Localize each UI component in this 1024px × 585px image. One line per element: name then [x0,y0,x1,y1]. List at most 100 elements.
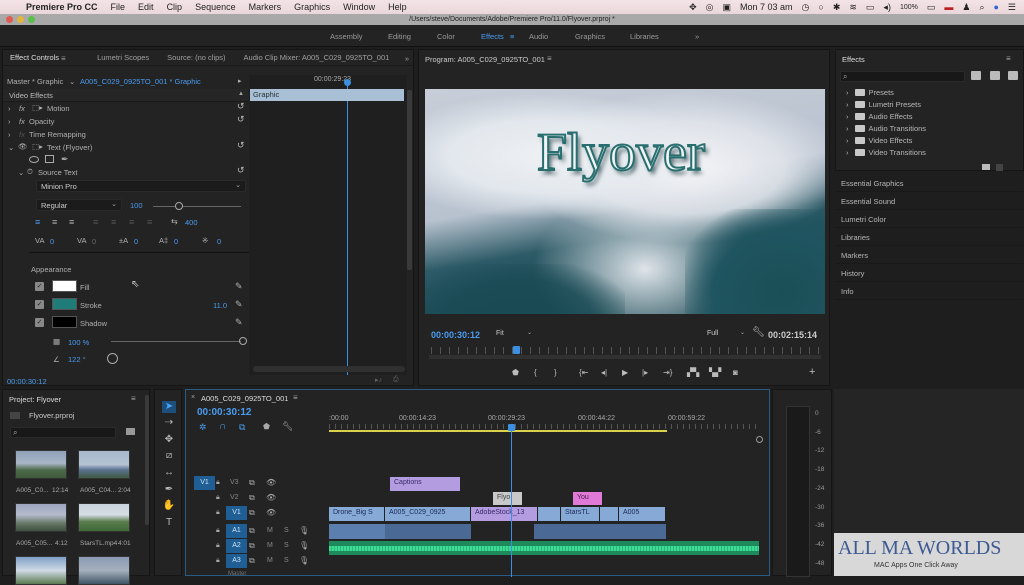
menu-window[interactable]: Window [343,2,375,12]
stopwatch-icon[interactable]: ⏱ [27,167,33,177]
toggle-timeline-view-icon[interactable]: ▸ [238,77,242,85]
effects-search-input[interactable]: ⌕ [840,71,965,82]
user-icon[interactable]: ♟ [962,2,970,13]
graphic-clip-bar[interactable]: Graphic [250,89,404,101]
shadow-opacity-value[interactable]: 100 % [68,338,89,347]
justify-center-icon[interactable]: ≡ [111,217,116,227]
menu-sequence[interactable]: Sequence [195,2,236,12]
track-a2-target[interactable]: A2 [226,539,247,553]
workspace-editing[interactable]: Editing [388,32,411,41]
ripple-edit-tool-icon[interactable]: ✥ [162,434,176,446]
type-tool-icon[interactable]: T [162,517,176,529]
shadow-opacity-slider-thumb[interactable] [239,337,247,345]
folder-video-transitions[interactable]: › Video Transitions [846,148,926,157]
zoom-fit-dropdown[interactable]: Fit ⌄ [496,329,534,340]
hand-tool-icon[interactable]: ✋ [162,500,176,512]
collapse-text-icon[interactable]: ⌄ [8,143,14,152]
notification-icon[interactable]: ○ [818,2,823,12]
clip-captions[interactable]: Captions [390,477,461,491]
airplay-icon[interactable]: ▭ [866,2,875,13]
mark-in-icon[interactable]: { [534,368,537,377]
delete-icon[interactable] [996,164,1003,171]
timeline-zoom-handle[interactable] [756,436,763,443]
add-marker-icon[interactable]: ⬟ [263,422,270,431]
clip-thumbnail[interactable] [78,450,130,479]
panel-history[interactable]: History [835,265,1023,282]
wifi-icon[interactable]: ≋ [849,2,857,13]
clip-thumbnail[interactable] [15,503,67,532]
collapse-source-text-icon[interactable]: ⌄ [18,168,24,177]
fx-time-remap-badge[interactable]: fx [19,130,25,139]
fill-checkbox[interactable]: ✓ [35,282,44,291]
close-sequence-icon[interactable]: × [191,394,195,401]
project-menu-icon[interactable]: ≡ [131,394,136,403]
align-left-icon[interactable]: ≡ [35,217,40,227]
clip-flyover-graphic[interactable]: Flyo [493,492,523,505]
tab-effect-controls[interactable]: Effect Controls [10,53,59,62]
lock-a3-icon[interactable]: 🔒︎ [216,557,220,565]
shadow-opacity-slider-track[interactable] [111,341,241,342]
fill-eyedropper-icon[interactable]: ✎ [235,281,243,292]
clip-unnamed[interactable] [600,507,619,521]
text-transform-icon[interactable]: ⬚▸ [32,142,43,151]
menu-clip[interactable]: Clip [167,2,183,12]
program-playhead[interactable] [513,346,521,354]
razor-tool-icon[interactable]: ⧄ [162,450,176,462]
clip-adobestock[interactable]: AdobeStock_13 [471,507,538,521]
32bit-effects-icon[interactable] [990,71,1000,80]
export-icon[interactable]: ⎙ [393,376,399,384]
new-bin-icon[interactable] [982,164,990,170]
folder-presets[interactable]: › Presets [846,88,894,97]
tracks-area[interactable]: Captions Flyo You Drone_Big S A005_C029_… [329,474,759,574]
resolution-dropdown[interactable]: Full ⌄ [707,329,747,340]
project-scrollbar[interactable] [145,395,149,525]
program-menu-icon[interactable]: ≡ [547,54,552,63]
reset-motion-icon[interactable]: ↺ [237,101,245,112]
step-forward-icon[interactable]: |▸ [642,368,648,377]
time-machine-icon[interactable]: ◷ [802,2,810,13]
panel-lumetri-color[interactable]: Lumetri Color [835,211,1023,228]
workspace-audio[interactable]: Audio [529,32,548,41]
menu-app-name[interactable]: Premiere Pro CC [26,2,98,12]
align-center-icon[interactable]: ≡ [52,217,57,227]
transform-icon[interactable]: ⬚▸ [32,103,43,112]
selection-tool-icon[interactable]: ➤ [162,401,176,413]
justify-all-icon[interactable]: ≡ [147,217,152,227]
title-overlay-text[interactable]: Flyover [536,121,706,183]
more-tabs-button[interactable]: » [405,54,409,63]
rectangle-mask-icon[interactable] [45,155,54,163]
slip-tool-icon[interactable]: ↔ [162,467,176,479]
tracking-value[interactable]: 400 [185,218,198,227]
new-bin-from-search-icon[interactable] [126,428,135,435]
reset-source-text-icon[interactable]: ↺ [237,165,245,176]
pen-mask-icon[interactable]: ✒ [61,154,69,165]
solo-a1-button[interactable]: S [284,527,289,534]
workspace-libraries[interactable]: Libraries [630,32,659,41]
clip-thumbnail[interactable] [15,450,67,479]
volume-icon[interactable]: ◂) [883,2,891,13]
fx-opacity-badge[interactable]: fx [19,117,25,126]
panel-menu-icon[interactable]: ≡ [61,54,66,63]
sync-lock-a1-icon[interactable]: ⧉ [249,526,255,536]
siri-icon[interactable]: ● [993,2,998,12]
clip-drone-big[interactable]: Drone_Big S [329,507,385,521]
justify-left-icon[interactable]: ≡ [93,217,98,227]
nest-toggle-icon[interactable]: ✲ [199,422,207,433]
menu-file[interactable]: File [111,2,126,12]
stroke-eyedropper-icon[interactable]: ✎ [235,299,243,310]
project-search-input[interactable]: ⌕ [10,427,116,438]
clip-a005-end[interactable]: A005 [619,507,666,521]
clip-thumbnail[interactable] [78,503,130,532]
font-family-dropdown[interactable]: Minion Pro ⌄ [36,180,246,192]
shadow-color-swatch[interactable] [52,316,77,328]
tab-lumetri-scopes[interactable]: Lumetri Scopes [97,53,149,62]
expand-opacity-icon[interactable]: › [8,117,11,126]
solo-a3-button[interactable]: S [284,557,289,564]
effects-menu-icon[interactable]: ≡ [1006,54,1011,63]
sync-lock-a2-icon[interactable]: ⧉ [249,541,255,551]
accelerated-effects-icon[interactable] [971,71,981,80]
menu-help[interactable]: Help [388,2,407,12]
sequence-tab[interactable]: A005_C029_0925TO_001 [201,394,288,403]
step-back-icon[interactable]: ◂| [601,368,607,377]
justify-right-icon[interactable]: ≡ [129,217,134,227]
